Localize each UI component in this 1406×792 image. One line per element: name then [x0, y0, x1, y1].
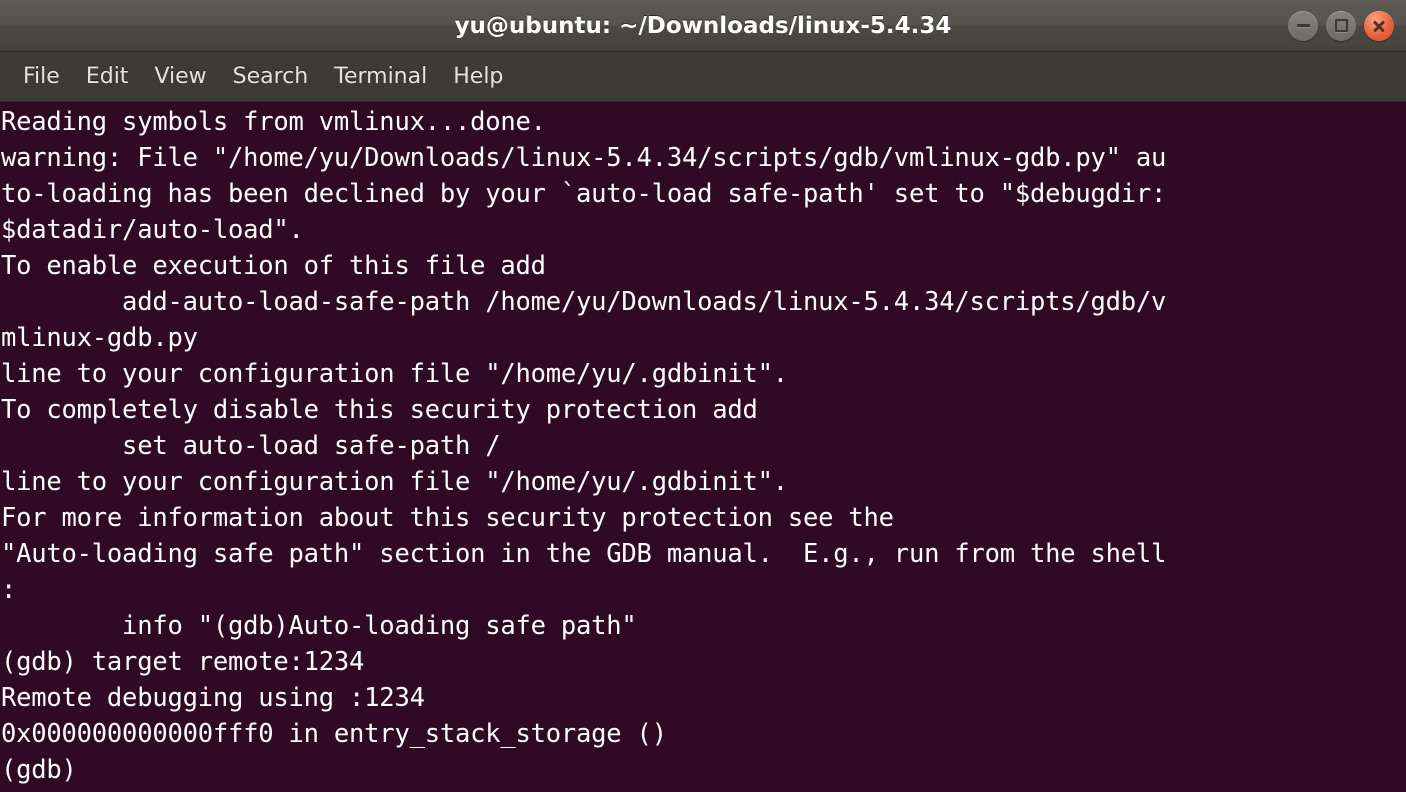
terminal-line: warning: File "/home/yu/Downloads/linux-… — [1, 143, 1167, 173]
minimize-icon — [1296, 24, 1310, 27]
terminal-line: To enable execution of this file add — [1, 251, 546, 281]
terminal-line: set auto-load safe-path / — [1, 431, 501, 461]
terminal-line: 0x000000000000fff0 in entry_stack_storag… — [1, 719, 667, 749]
menu-item-terminal[interactable]: Terminal — [321, 62, 440, 91]
terminal-window: yu@ubuntu: ~/Downloads/linux-5.4.34 File… — [0, 0, 1406, 792]
window-titlebar[interactable]: yu@ubuntu: ~/Downloads/linux-5.4.34 — [0, 0, 1406, 52]
terminal-line: mlinux-gdb.py — [1, 323, 198, 353]
terminal-line: info "(gdb)Auto-loading safe path" — [1, 611, 637, 641]
terminal-output[interactable]: Reading symbols from vmlinux...done. war… — [0, 102, 1406, 792]
terminal-line: Remote debugging using :1234 — [1, 683, 425, 713]
menu-bar: File Edit View Search Terminal Help — [0, 52, 1406, 102]
maximize-button[interactable] — [1326, 10, 1356, 41]
terminal-line: to-loading has been declined by your `au… — [1, 179, 1167, 209]
terminal-line: Reading symbols from vmlinux...done. — [1, 107, 546, 137]
terminal-line: "Auto-loading safe path" section in the … — [1, 539, 1167, 569]
terminal-line: (gdb) target remote:1234 — [1, 647, 365, 677]
menu-item-file[interactable]: File — [10, 62, 73, 91]
terminal-line: line to your configuration file "/home/y… — [1, 359, 788, 389]
menu-item-help[interactable]: Help — [440, 62, 516, 91]
terminal-line: To completely disable this security prot… — [1, 395, 758, 425]
menu-item-search[interactable]: Search — [220, 62, 322, 91]
terminal-line: $datadir/auto-load". — [1, 215, 304, 245]
close-icon — [1372, 19, 1386, 33]
maximize-icon — [1334, 19, 1348, 32]
window-controls — [1288, 10, 1394, 41]
terminal-line: : — [1, 575, 17, 605]
close-button[interactable] — [1364, 10, 1394, 41]
window-title: yu@ubuntu: ~/Downloads/linux-5.4.34 — [454, 12, 952, 39]
minimize-button[interactable] — [1288, 10, 1318, 41]
menu-item-edit[interactable]: Edit — [73, 62, 142, 91]
terminal-line: line to your configuration file "/home/y… — [1, 467, 788, 497]
terminal-line: add-auto-load-safe-path /home/yu/Downloa… — [1, 287, 1167, 317]
menu-item-view[interactable]: View — [141, 62, 219, 91]
terminal-line: For more information about this security… — [1, 503, 894, 533]
terminal-prompt-line: (gdb) — [1, 755, 92, 785]
